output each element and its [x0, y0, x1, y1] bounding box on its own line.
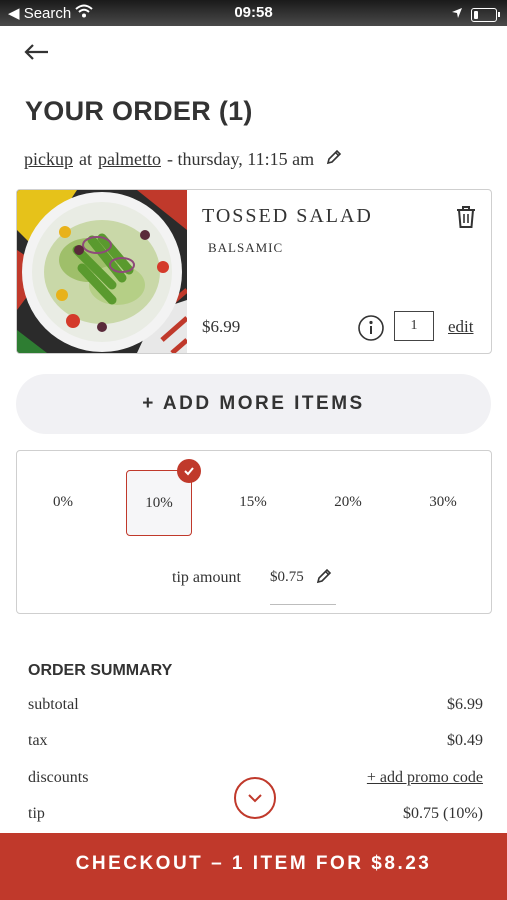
order-item-card: TOSSED SALAD BALSAMIC $6.99 1 edit [16, 189, 492, 354]
pickup-info: pickup at palmetto - thursday, 11:15 am [24, 149, 342, 170]
trash-icon[interactable] [455, 205, 477, 234]
item-price: $6.99 [202, 317, 241, 336]
tip-option-0[interactable]: 0% [31, 470, 95, 534]
edit-tip-pencil-icon[interactable] [316, 568, 332, 589]
tax-value: $0.49 [447, 732, 483, 749]
scroll-down-chevron-icon[interactable] [234, 777, 276, 819]
battery-icon [471, 7, 500, 22]
page-title: YOUR ORDER (1) [25, 96, 253, 126]
subtotal-value: $6.99 [447, 696, 483, 713]
check-icon [177, 459, 201, 483]
pickup-time-text: - thursday, 11:15 am [166, 149, 315, 169]
quantity-field[interactable]: 1 [394, 311, 434, 341]
item-option: BALSAMIC [208, 240, 284, 255]
edit-pickup-pencil-icon[interactable] [326, 149, 342, 170]
add-more-items-button[interactable]: + ADD MORE ITEMS [16, 374, 491, 434]
tip-option-30[interactable]: 30% [411, 470, 475, 534]
pickup-location-link[interactable]: palmetto [98, 149, 161, 170]
tip-option-20[interactable]: 20% [316, 470, 380, 534]
checkout-button[interactable]: CHECKOUT – 1 ITEM FOR $8.23 [0, 833, 507, 900]
tax-row: tax $0.49 [28, 732, 483, 750]
salad-photo [17, 190, 189, 353]
location-arrow-icon [451, 6, 463, 23]
tip-amount-label: tip amount [172, 569, 241, 586]
info-icon[interactable] [357, 314, 385, 347]
back-arrow-icon[interactable] [22, 38, 54, 66]
discounts-label: discounts [28, 769, 89, 786]
order-summary-heading: ORDER SUMMARY [28, 662, 173, 679]
tip-option-15[interactable]: 15% [221, 470, 285, 534]
clock: 09:58 [234, 4, 273, 21]
subtotal-row: subtotal $6.99 [28, 696, 483, 714]
item-name: TOSSED SALAD [202, 205, 373, 227]
pickup-mode-link[interactable]: pickup [24, 149, 73, 170]
tip-label: tip [28, 805, 45, 822]
pickup-at-text: at [79, 149, 92, 169]
tip-value: $0.75 (10%) [403, 805, 483, 822]
edit-item-link[interactable]: edit [448, 317, 474, 337]
tip-amount-underline [270, 604, 336, 605]
status-bar: ◀ Search 09:58 [0, 0, 507, 26]
tip-selector: 0% 10% 15% 20% 30% tip amount $0.75 [16, 450, 492, 614]
add-promo-code-link[interactable]: + add promo code [367, 769, 483, 787]
subtotal-label: subtotal [28, 696, 79, 713]
tax-label: tax [28, 732, 48, 749]
